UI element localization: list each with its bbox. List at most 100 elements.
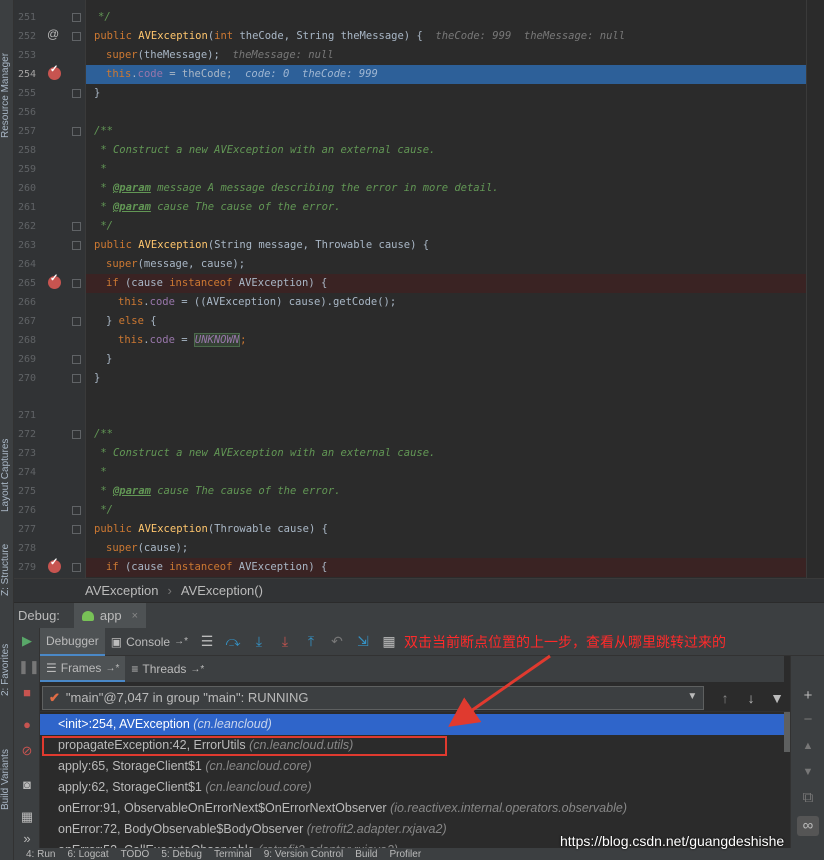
breadcrumb-class[interactable]: AVException	[85, 583, 158, 598]
frame-item[interactable]: onError:91, ObservableOnErrorNext$OnErro…	[40, 798, 784, 819]
camera-icon[interactable]: ◙	[18, 776, 36, 794]
frame-method: <init>:254, AVException	[58, 717, 194, 731]
fold-icon[interactable]	[72, 279, 81, 288]
glasses-icon[interactable]: ∞	[797, 816, 819, 836]
pause-icon[interactable]: ❚❚	[18, 658, 40, 676]
comment: message A message describing the error i…	[150, 182, 499, 194]
move-down-icon[interactable]: ▼	[797, 762, 819, 782]
filter-icon[interactable]: ▼	[764, 690, 790, 706]
tab-structure[interactable]: Z: Structure	[0, 540, 14, 600]
fold-icon[interactable]	[72, 32, 81, 41]
step-over-icon[interactable]: ⤼	[220, 628, 246, 656]
method-name: AVException	[138, 239, 208, 251]
tab-debugger[interactable]: Debugger	[40, 627, 105, 656]
code-editor[interactable]: 251 252 253 254 255 256 257 258 259 260 …	[14, 0, 824, 578]
tab-debug[interactable]: 5: Debug	[161, 849, 202, 860]
fold-icon[interactable]	[72, 563, 81, 572]
copy-icon[interactable]: ⧉	[797, 788, 819, 808]
tab-profiler[interactable]: Profiler	[389, 849, 421, 860]
tab-version-control[interactable]: 9: Version Control	[264, 849, 344, 860]
arrow-down-icon[interactable]: ↓	[738, 690, 764, 706]
tab-run[interactable]: 4: Run	[26, 849, 55, 860]
tab-todo[interactable]: TODO	[121, 849, 150, 860]
tab-build-variants[interactable]: Build Variants	[0, 740, 14, 820]
frame-item[interactable]: apply:62, StorageClient$1 (cn.leancloud.…	[40, 777, 784, 798]
more-icon[interactable]: »	[18, 830, 36, 848]
pin-icon: →*	[190, 663, 205, 675]
tab-build[interactable]: Build	[355, 849, 377, 860]
line-number: 259	[17, 164, 36, 175]
thread-select[interactable]: ✔ "main"@7,047 in group "main": RUNNING …	[42, 685, 705, 710]
fold-icon[interactable]	[72, 317, 81, 326]
breakpoint-icon[interactable]	[48, 273, 61, 289]
keyword: super	[106, 49, 138, 61]
tab-terminal[interactable]: Terminal	[214, 849, 252, 860]
keyword: if	[106, 561, 125, 573]
evaluate-expression-icon[interactable]: ▦	[376, 628, 402, 656]
frame-item[interactable]: apply:65, StorageClient$1 (cn.leancloud.…	[40, 756, 784, 777]
tab-resource-manager[interactable]: Resource Manager	[0, 30, 14, 160]
move-up-icon[interactable]: ▲	[797, 736, 819, 756]
code-line: */	[86, 8, 806, 27]
line-number: 251	[17, 12, 36, 23]
line-number: 261	[17, 202, 36, 213]
breakpoint-icon[interactable]	[48, 64, 61, 80]
resume-icon[interactable]: ▶	[18, 632, 36, 650]
fold-icon[interactable]	[72, 222, 81, 231]
editor-scrollbar[interactable]	[806, 0, 824, 578]
breakpoint-icon[interactable]	[48, 557, 61, 573]
step-out-icon[interactable]: ⤒	[298, 628, 324, 656]
remove-icon[interactable]: −	[797, 710, 819, 730]
line-number: 262	[17, 221, 36, 232]
fold-icon[interactable]	[72, 506, 81, 515]
tab-layout-captures[interactable]: Layout Captures	[0, 420, 14, 530]
line-number: 260	[17, 183, 36, 194]
override-marker-icon[interactable]: @	[47, 28, 60, 41]
mute-breakpoints-icon[interactable]: ⊘	[18, 742, 36, 760]
fold-icon[interactable]	[72, 241, 81, 250]
tab-threads[interactable]: ≡ Threads →*	[125, 656, 210, 682]
frame-item[interactable]: <init>:254, AVException (cn.leancloud)	[40, 714, 784, 735]
line-number: 273	[17, 448, 36, 459]
run-to-cursor-icon[interactable]: ⇲	[350, 628, 376, 656]
line-number: 254	[17, 69, 36, 80]
code-area[interactable]: */ public AVException(int theCode, Strin…	[86, 0, 806, 578]
stop-icon[interactable]: ■	[18, 684, 36, 702]
breadcrumb-method[interactable]: AVException()	[181, 583, 263, 598]
constant-name: UNKNOWN	[193, 333, 241, 347]
code-text: (message, cause);	[137, 258, 246, 270]
drop-frame-icon[interactable]: ↶	[324, 628, 350, 656]
tab-label: Console	[126, 634, 171, 649]
line-number: 271	[17, 410, 36, 421]
line-number: 257	[17, 126, 36, 137]
code-line: public AVException(Throwable cause) {	[86, 520, 806, 539]
fold-icon[interactable]	[72, 127, 81, 136]
force-step-into-icon[interactable]: ⤓	[272, 628, 298, 656]
tab-favorites[interactable]: 2: Favorites	[0, 640, 14, 700]
fold-icon[interactable]	[72, 374, 81, 383]
fold-icon[interactable]	[72, 355, 81, 364]
tab-frames[interactable]: ☰ Frames →*	[40, 656, 126, 682]
layout-icon[interactable]: ▦	[18, 808, 36, 826]
menu-icon[interactable]: ☰	[194, 628, 220, 656]
fold-icon[interactable]	[72, 13, 81, 22]
tab-console[interactable]: ▣ Console →*	[105, 628, 194, 656]
frames-scrollbar[interactable]	[784, 712, 790, 752]
line-number: 264	[17, 259, 36, 270]
view-breakpoints-icon[interactable]: ●	[18, 716, 36, 734]
fold-icon[interactable]	[72, 525, 81, 534]
code-line: super(message, cause);	[86, 255, 806, 274]
fold-icon[interactable]	[72, 430, 81, 439]
code-line: }	[86, 369, 806, 388]
console-icon: ▣	[110, 634, 123, 649]
add-icon[interactable]: +	[797, 686, 819, 706]
arrow-up-icon[interactable]: ↑	[712, 690, 738, 706]
code-text: theCode, String theMessage) {	[239, 30, 436, 42]
close-icon[interactable]: ×	[132, 610, 138, 622]
debug-session-tab[interactable]: app ×	[73, 602, 147, 629]
editor-gutter[interactable]: 251 252 253 254 255 256 257 258 259 260 …	[14, 0, 86, 578]
tab-logcat[interactable]: 6: Logcat	[67, 849, 108, 860]
step-into-icon[interactable]: ⤓	[246, 628, 272, 656]
fold-icon[interactable]	[72, 89, 81, 98]
line-number: 268	[17, 335, 36, 346]
